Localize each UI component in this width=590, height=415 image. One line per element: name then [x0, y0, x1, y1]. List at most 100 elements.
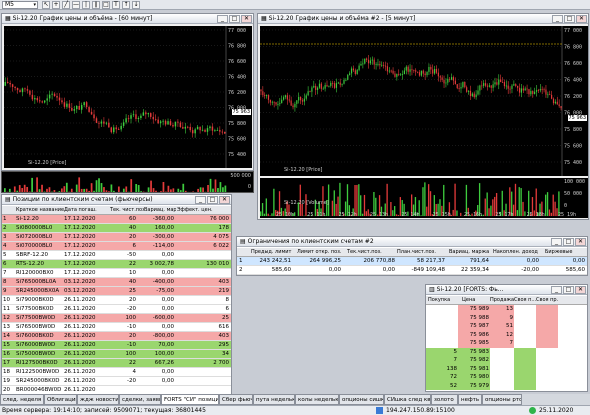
table-row[interactable]: 1 243 242,51 264 996,25 206 770,88 58 217,37… — [237, 257, 587, 266]
maximize-button[interactable]: □ — [229, 14, 240, 23]
limits-col-header[interactable]: Накоплен. доход — [493, 249, 543, 255]
chart1-titlebar[interactable]: ▦ Si-12.20 График цены и объёма - [60 ми… — [2, 14, 253, 24]
close-button[interactable]: ✕ — [575, 237, 586, 246]
table-row[interactable]: 16 Si75000BW0D 26.11.2020 100 100,00 34 — [2, 350, 231, 359]
orderbook-row[interactable]: 75 986 12 — [426, 330, 587, 339]
orderbook-titlebar[interactable]: ▥ Si-12.20 [FORTS: Фь... _ □ ✕ — [426, 285, 587, 295]
orderbook-row[interactable]: 72 75 980 — [426, 373, 587, 382]
ob-col-header-price[interactable]: Цена — [462, 297, 490, 303]
minimize-button[interactable]: _ — [551, 237, 562, 246]
table-row[interactable]: 13 Si76500BW0D 26.11.2020 -10 0,00 616 — [2, 323, 231, 332]
window-tab[interactable]: золото — [431, 394, 458, 405]
table-row[interactable]: 4 Si070000BL0 17.12.2020 6 -114,00 6 022 — [2, 242, 231, 251]
chart2-titlebar[interactable]: ▦ Si-12.20 График цены и объёма #2 - [5 … — [258, 14, 588, 24]
table-row[interactable]: 17 RI127500BK0D 26.11.2020 22 667,26 2 700 — [2, 359, 231, 368]
table-row[interactable]: 2 585,60 0,00 0,00 -849 109,48 22 359,34 -20,0… — [237, 266, 587, 275]
minimize-button[interactable]: _ — [551, 285, 562, 294]
limits-col-header[interactable]: Предыд. лимит — [251, 249, 297, 255]
ob-col-header-own1[interactable]: Своя п... — [514, 297, 536, 303]
table-row[interactable]: 2 Si080000BL0 17.12.2020 40 160,00 178 — [2, 224, 231, 233]
maximize-button[interactable]: □ — [563, 237, 574, 246]
table-row[interactable]: 14 Si76000BK0D 26.11.2020 20 -800,00 403 — [2, 332, 231, 341]
limits-col-header[interactable]: Тек.чист.поз. — [347, 249, 393, 255]
table-row[interactable]: 5 SBRF-12.20 17.12.2020 -50 0,00 — [2, 251, 231, 260]
window-tab[interactable]: Облигации — [44, 394, 77, 405]
volume-bar — [550, 212, 552, 216]
interval-select[interactable]: M5 ▾ — [2, 1, 38, 9]
maximize-button[interactable]: □ — [207, 195, 218, 204]
limits-col-header[interactable]: Вариац. маржа — [449, 249, 491, 255]
close-button[interactable]: ✕ — [575, 285, 586, 294]
table-row[interactable]: 8 Si765000BL0A 03.12.2020 40 -400,00 403 — [2, 278, 231, 287]
orderbook-row[interactable]: 75 988 9 — [426, 313, 587, 322]
window-tab[interactable]: СИшка след квартал — [384, 394, 431, 405]
table-row[interactable]: 10 Si79000BK0D 26.11.2020 20 0,00 8 — [2, 296, 231, 305]
cursor-icon[interactable]: ↖ — [42, 1, 50, 9]
chart1-price-pane[interactable]: 77 00076 80076 60076 40076 20076 00075 8… — [4, 26, 252, 168]
cell-pos: 100 — [125, 315, 137, 321]
limits-col-header[interactable]: План.чист.поз. — [397, 249, 447, 255]
table-row[interactable]: 18 RI122500BW0D 26.11.2020 4 0,00 — [2, 368, 231, 377]
toolbar-tool-icons[interactable]: ↖ + ╱ — | ∥ □ T ↑ ↓ — [42, 1, 242, 9]
table-row[interactable]: 9 SR245000BX0A 03.12.2020 25 -75,00 219 — [2, 287, 231, 296]
table-row[interactable]: 1 Si-12.20 17.12.2020 60 -360,00 76 000 — [2, 215, 231, 224]
limits-col-header[interactable]: Биржевые — [545, 249, 585, 255]
rect-tool-icon[interactable]: □ — [102, 1, 110, 9]
col-header-eff[interactable]: Эффект. цен. — [177, 207, 229, 213]
vline-tool-icon[interactable]: | — [82, 1, 90, 9]
col-header-pos[interactable]: Тек. чист.поз. — [110, 207, 144, 213]
window-tab[interactable]: нефть — [458, 394, 482, 405]
table-row[interactable]: 11 Si77500BK0D 26.11.2020 -20 0,00 6 — [2, 305, 231, 314]
positions-titlebar[interactable]: ▤ Позиции по клиентским счетам (фьючерсы… — [2, 195, 231, 205]
arrow-up-tool-icon[interactable]: ↑ — [122, 1, 130, 9]
limits-col-header[interactable]: Лимит откр. поз. — [297, 249, 347, 255]
ob-col-header-own2[interactable]: Своя пр... — [536, 297, 558, 303]
orderbook-row[interactable]: 5 75 983 — [426, 347, 587, 356]
orderbook-row[interactable]: 75 989 13 — [426, 305, 587, 314]
col-header-date[interactable]: Дата погаш. — [64, 207, 100, 213]
orderbook-row[interactable]: 52 75 979 — [426, 381, 587, 390]
volume-bar — [90, 183, 93, 192]
col-header-name[interactable]: Краткое название — [16, 207, 64, 213]
hline-tool-icon[interactable]: — — [72, 1, 80, 9]
orderbook-row[interactable]: 138 75 981 — [426, 364, 587, 373]
minimize-button[interactable]: _ — [217, 14, 228, 23]
window-tab[interactable]: Сбер фьюч — [219, 394, 253, 405]
table-row[interactable]: 19 SR245000BK0D 26.11.2020 -20 0,00 — [2, 377, 231, 386]
minimize-button[interactable]: _ — [552, 14, 563, 23]
orderbook-row[interactable]: 7 75 982 — [426, 356, 587, 365]
minimize-button[interactable]: _ — [195, 195, 206, 204]
table-row[interactable]: 6 RTS-12.20 17.12.2020 22 3 002,78 130 010 — [2, 260, 231, 269]
cell-margin: 0,00 — [161, 306, 174, 312]
window-tab[interactable]: след. неделя — [0, 394, 44, 405]
window-tab[interactable]: FORTS "СИ" позици... — [161, 394, 219, 405]
crosshair-icon[interactable]: + — [52, 1, 60, 9]
window-tab[interactable]: опционы ртс — [482, 394, 522, 405]
line-tool-icon[interactable]: ╱ — [62, 1, 70, 9]
table-row[interactable]: 3 Si072000BL0 17.12.2020 20 -300,00 4 075 — [2, 233, 231, 242]
maximize-button[interactable]: □ — [564, 14, 575, 23]
window-tab[interactable]: опционы сишка — [339, 394, 384, 405]
close-button[interactable]: ✕ — [576, 14, 587, 23]
col-header-margin[interactable]: Вариац. маржа — [144, 207, 176, 213]
chart2-volume-pane[interactable]: 100 000 50 000 0 25 10h 25 11h 25 12h 25 13h 25… — [260, 178, 588, 218]
ob-col-header-sell[interactable]: Продажа — [490, 297, 514, 303]
close-button[interactable]: ✕ — [241, 14, 252, 23]
window-tab[interactable]: колы неделька — [295, 394, 339, 405]
window-tab[interactable]: пута неделька — [253, 394, 295, 405]
text-tool-icon[interactable]: T — [112, 1, 120, 9]
maximize-button[interactable]: □ — [563, 285, 574, 294]
table-row[interactable]: 15 Si76000BW0D 26.11.2020 -10 70,00 295 — [2, 341, 231, 350]
limits-titlebar[interactable]: ▤ Ограничения по клиентским счетам #2 _ … — [237, 237, 587, 247]
ob-col-header-buy[interactable]: Покупка — [428, 297, 456, 303]
chart2-price-pane[interactable]: 77 000 76 800 76 600 76 400 76 200 76 000 75 8… — [260, 26, 588, 176]
arrow-down-tool-icon[interactable]: ↓ — [132, 1, 140, 9]
close-button[interactable]: ✕ — [219, 195, 230, 204]
orderbook-row[interactable]: 75 985 7 — [426, 339, 587, 348]
channel-tool-icon[interactable]: ∥ — [92, 1, 100, 9]
orderbook-row[interactable]: 75 987 51 — [426, 322, 587, 331]
table-row[interactable]: 7 RI120000BX0 17.12.2020 10 0,00 — [2, 269, 231, 278]
window-tab[interactable]: ждж новости — [77, 394, 119, 405]
table-row[interactable]: 12 Si77500BW0D 26.11.2020 100 -600,00 25 — [2, 314, 231, 323]
window-tab[interactable]: сделки, заявки — [119, 394, 161, 405]
